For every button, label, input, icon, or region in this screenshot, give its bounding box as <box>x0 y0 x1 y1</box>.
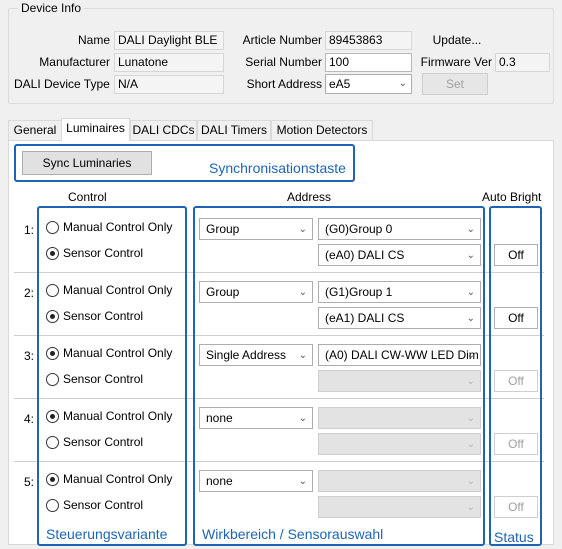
dialog-window: Device Info Name DALI Daylight BLE Artic… <box>0 0 562 549</box>
serial-number-label: Serial Number <box>245 55 322 69</box>
tab-luminaires[interactable]: Luminaires <box>61 118 130 141</box>
device-info-legend: Device Info <box>18 1 85 15</box>
serial-number-field[interactable]: 100 <box>325 53 412 72</box>
auto-bright-header: Auto Bright <box>482 190 542 204</box>
control-annotation-label: Steuerungsvariante <box>46 526 168 542</box>
tab-motion-detectors[interactable]: Motion Detectors <box>271 120 373 140</box>
manufacturer-label: Manufacturer <box>39 55 110 69</box>
tab-dali-timers[interactable]: DALI Timers <box>197 120 271 140</box>
address-header: Address <box>287 190 332 204</box>
manufacturer-field[interactable]: Lunatone <box>114 53 224 72</box>
short-address-label: Short Address <box>246 77 322 91</box>
article-number-label: Article Number <box>242 33 322 47</box>
row-number: 3: <box>23 349 34 363</box>
short-address-select[interactable]: eA5 ⌄ <box>325 74 412 94</box>
device-type-field[interactable]: N/A <box>114 75 224 94</box>
control-header: Control <box>68 190 107 204</box>
row-number: 2: <box>23 286 34 300</box>
address-annotation-box <box>193 206 485 546</box>
update-button[interactable]: Update... <box>422 30 492 52</box>
article-number-field[interactable]: 89453863 <box>325 31 412 50</box>
row-number: 4: <box>23 412 34 426</box>
short-address-value: eA5 <box>329 77 351 91</box>
status-annotation-box <box>489 206 542 546</box>
firmware-label: Firmware Ver <box>420 55 492 69</box>
name-label: Name <box>77 33 110 47</box>
control-annotation-box <box>37 206 187 546</box>
status-annotation-label: Status <box>494 529 534 545</box>
chevron-down-icon: ⌄ <box>398 78 407 89</box>
address-annotation-label: Wirkbereich / Sensorauswahl <box>202 526 384 542</box>
set-button[interactable]: Set <box>422 73 488 95</box>
row-number: 5: <box>23 475 34 489</box>
sync-annotation-label: Synchronisationstaste <box>209 160 346 176</box>
tab-dali-cdcs[interactable]: DALI CDCs <box>130 120 197 140</box>
device-type-label: DALI Device Type <box>14 77 110 91</box>
row-number: 1: <box>23 223 34 237</box>
name-field[interactable]: DALI Daylight BLE <box>114 31 224 50</box>
firmware-field[interactable]: 0.3 <box>495 53 550 72</box>
tab-general[interactable]: General <box>8 120 62 140</box>
